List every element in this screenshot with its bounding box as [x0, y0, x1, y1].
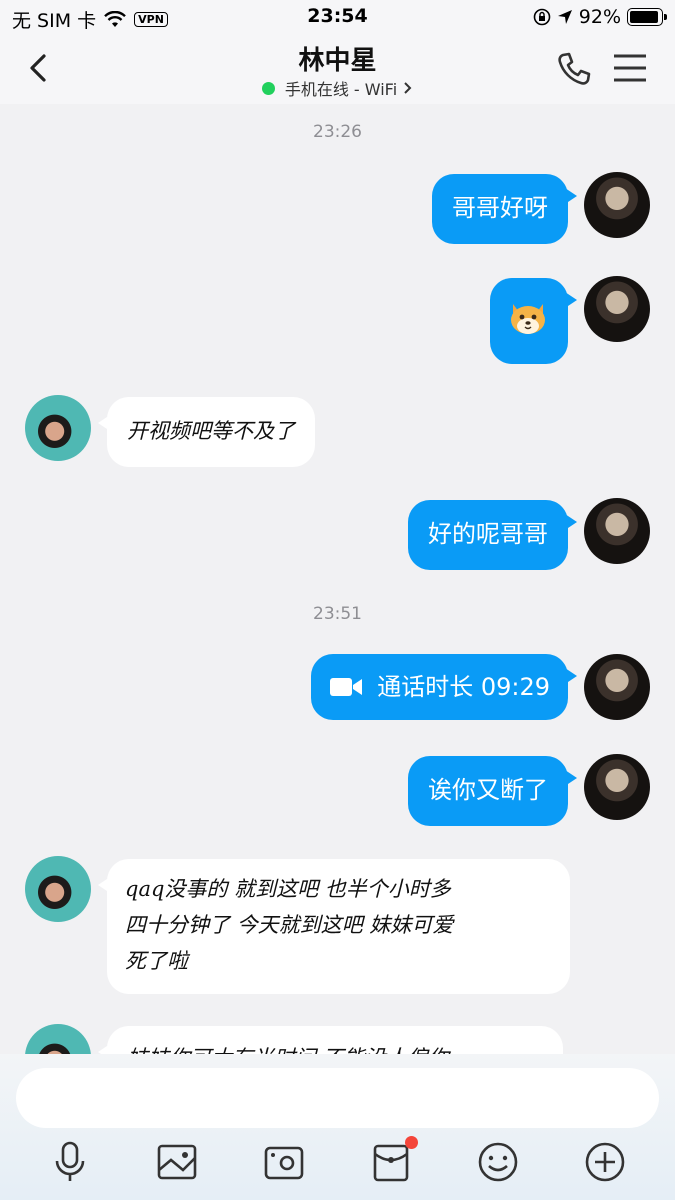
notification-dot [405, 1136, 418, 1149]
self-avatar[interactable] [584, 754, 650, 820]
message-line: 死了啦 [125, 949, 188, 973]
message-input[interactable] [16, 1068, 659, 1128]
chat-toolbar [0, 1136, 675, 1190]
plus-icon[interactable] [583, 1140, 627, 1184]
incoming-message-bubble[interactable]: 妹妹你可太有当时问 不能没人偏你 [98, 1026, 563, 1054]
self-avatar[interactable] [584, 172, 650, 238]
call-duration-label: 通话时长 09:29 [377, 673, 550, 701]
chat-message-list[interactable]: 23:26 哥哥好呀 开视频吧等不及了 好的呢哥哥 23:51 通话时长 09:… [0, 104, 675, 1054]
contact-avatar[interactable] [25, 856, 91, 922]
battery-icon [627, 8, 667, 26]
self-avatar[interactable] [584, 654, 650, 720]
message-timestamp: 23:51 [313, 604, 362, 624]
video-camera-icon [330, 678, 363, 696]
message-timestamp: 23:26 [313, 122, 362, 142]
outgoing-message-bubble[interactable]: 哥哥好呀 [432, 174, 577, 244]
contact-avatar[interactable] [25, 395, 91, 461]
camera-icon[interactable] [262, 1140, 306, 1184]
rotation-lock-icon [533, 8, 551, 26]
battery-percent: 92% [578, 6, 621, 28]
emoji-icon[interactable] [476, 1140, 520, 1184]
microphone-icon[interactable] [48, 1140, 92, 1184]
outgoing-message-bubble[interactable]: 好的呢哥哥 [408, 500, 577, 570]
incoming-message-bubble[interactable]: 开视频吧等不及了 [98, 397, 315, 467]
incoming-message-bubble[interactable]: qaq没事的 就到这吧 也半个小时多 四十分钟了 今天就到这吧 妹妹可爱 死了啦 [98, 859, 570, 994]
chevron-right-icon [404, 82, 412, 94]
status-bar: 无 SIM 卡 VPN 23:54 92% [0, 0, 675, 34]
phone-call-icon[interactable] [555, 50, 593, 88]
chat-header: 林中星 手机在线 - WiFi [0, 34, 675, 104]
message-line: qaq没事的 就到这吧 也半个小时多 [125, 877, 451, 901]
online-status-label: 手机在线 - WiFi [284, 80, 398, 99]
location-arrow-icon [557, 10, 572, 24]
image-icon[interactable] [155, 1140, 199, 1184]
contact-avatar[interactable] [25, 1024, 91, 1054]
online-dot-icon [261, 81, 275, 95]
outgoing-message-bubble[interactable]: 诶你又断了 [408, 756, 577, 826]
shiba-dog-sticker-icon [511, 304, 545, 334]
menu-icon[interactable] [612, 52, 648, 84]
outgoing-sticker-bubble[interactable] [490, 278, 577, 364]
input-area [0, 1054, 675, 1200]
self-avatar[interactable] [584, 498, 650, 564]
self-avatar[interactable] [584, 276, 650, 342]
message-line: 四十分钟了 今天就到这吧 妹妹可爱 [125, 913, 454, 937]
video-call-record-bubble[interactable]: 通话时长 09:29 [311, 654, 577, 720]
